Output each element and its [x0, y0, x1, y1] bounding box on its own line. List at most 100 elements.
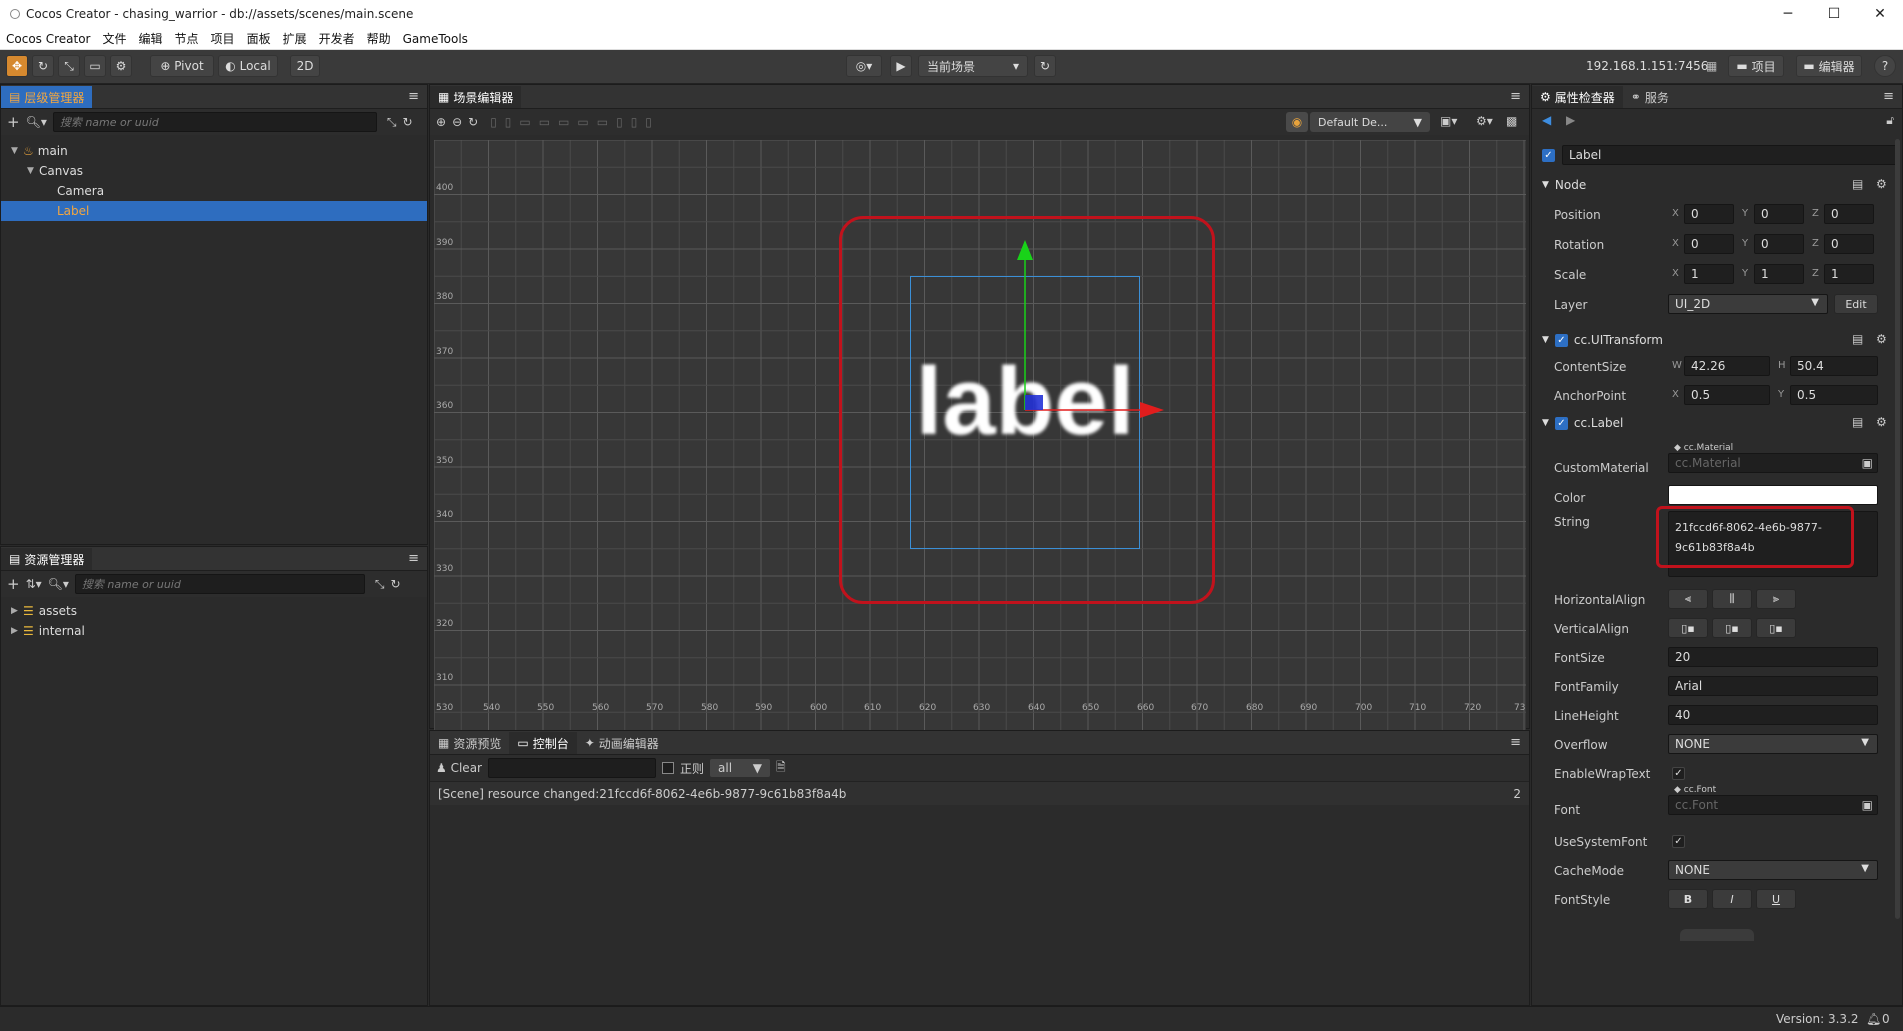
enable-wrap-text-checkbox[interactable]: ✓ [1672, 767, 1685, 780]
zoom-in-icon[interactable]: ⊕ [436, 115, 446, 129]
collapse-all-icon[interactable]: ⤡ [387, 115, 397, 130]
scene-select[interactable]: 当前场景 ▾ [918, 55, 1028, 77]
custom-material-field[interactable]: cc.Material ▣ [1668, 453, 1878, 473]
qrcode-icon[interactable]: ▦ [1706, 59, 1717, 73]
menu-node[interactable]: 节点 [169, 30, 205, 47]
overflow-select[interactable]: NONE ▼ [1668, 734, 1878, 754]
tab-assets[interactable]: ▤ 资源管理器 [1, 548, 93, 570]
open-editor-button[interactable]: ▬ 编辑器 [1796, 55, 1862, 77]
search-icon[interactable]: 🔍︎▾ [26, 115, 47, 129]
use-system-font-checkbox[interactable]: ✓ [1672, 835, 1685, 848]
copy-log-icon[interactable]: 🗎 [776, 758, 786, 779]
position-z-input[interactable]: 0 [1824, 204, 1874, 224]
underline-toggle[interactable]: U [1756, 889, 1796, 909]
notification-bell-icon[interactable]: 🔔︎ [1866, 1012, 1881, 1026]
sort-icon[interactable]: ⇅▾ [26, 577, 42, 591]
component-enabled-checkbox[interactable]: ✓ [1554, 333, 1568, 347]
menu-help[interactable]: 帮助 [361, 30, 397, 47]
font-asset-field[interactable]: cc.Font ▣ [1668, 795, 1878, 815]
tab-asset-preview[interactable]: ▦ 资源预览 [430, 732, 510, 754]
platform-globe-icon[interactable]: ◎▾ [846, 55, 882, 77]
cache-mode-select[interactable]: NONE ▼ [1668, 860, 1878, 880]
color-swatch[interactable] [1668, 485, 1878, 505]
log-level-select[interactable]: all ▼ [710, 759, 770, 777]
component-enabled-checkbox[interactable]: ✓ [1554, 416, 1568, 430]
copy-icon[interactable]: ▤ [1852, 177, 1863, 191]
local-button[interactable]: ◐ Local [218, 55, 278, 77]
panel-menu-icon[interactable]: ≡ [408, 551, 419, 566]
regex-checkbox[interactable] [661, 762, 674, 774]
asset-folder-internal[interactable]: ▶ ☰ internal [1, 621, 427, 641]
scale-x-input[interactable]: 1 [1684, 264, 1734, 284]
menu-panel[interactable]: 面板 [241, 30, 277, 47]
panel-menu-icon[interactable]: ≡ [408, 89, 419, 104]
scale-tool-icon[interactable]: ⤡ [58, 55, 80, 77]
open-project-button[interactable]: ▬ 项目 [1728, 55, 1784, 77]
line-height-input[interactable]: 40 [1668, 705, 1878, 725]
menu-project[interactable]: 项目 [205, 30, 241, 47]
align-tools-icons[interactable]: ▯▯▭▭▭▭▭▯▯▯ [490, 115, 660, 129]
align-right-icon[interactable]: ⫸ [1756, 589, 1796, 609]
expand-arrow-icon[interactable]: ▶ [11, 606, 23, 616]
screenshot-icon[interactable]: ▣▾ [1440, 114, 1457, 128]
menu-file[interactable]: 文件 [97, 30, 133, 47]
add-asset-icon[interactable]: + [7, 575, 20, 593]
panel-menu-icon[interactable]: ≡ [1510, 735, 1521, 750]
menu-cocos-creator[interactable]: Cocos Creator [0, 32, 97, 46]
node-name-input[interactable]: Label [1562, 145, 1898, 165]
copy-icon[interactable]: ▤ [1852, 332, 1863, 346]
align-bottom-icon[interactable]: ▯▪ [1756, 618, 1796, 638]
lock-icon[interactable]: 🔓︎ [1886, 113, 1894, 128]
zoom-out-icon[interactable]: ⊖ [452, 115, 462, 129]
panel-menu-icon[interactable]: ≡ [1510, 89, 1521, 104]
scale-y-input[interactable]: 1 [1754, 264, 1804, 284]
inspector-scrollbar[interactable] [1895, 139, 1900, 919]
tab-console[interactable]: ▭ 控制台 [509, 732, 577, 754]
layout-icon[interactable]: ▩ [1506, 114, 1517, 128]
camera-select[interactable]: Default De... ▼ [1310, 112, 1430, 132]
settings-icon[interactable]: ⚙▾ [1476, 114, 1493, 128]
refresh-icon[interactable]: ↻ [402, 115, 412, 129]
hierarchy-search-input[interactable]: 搜索 name or uuid [52, 112, 377, 132]
gear-icon[interactable]: ⚙ [1876, 332, 1887, 346]
collapse-all-icon[interactable]: ⤡ [375, 577, 385, 592]
help-icon[interactable]: ? [1874, 55, 1896, 77]
content-size-h-input[interactable]: 50.4 [1790, 356, 1878, 376]
align-center-icon[interactable]: ⫼ [1712, 589, 1752, 609]
forward-arrow-icon[interactable]: ▶ [1566, 113, 1575, 127]
clear-button[interactable]: ♟ Clear [436, 761, 482, 775]
align-left-icon[interactable]: ⫷ [1668, 589, 1708, 609]
asset-folder-assets[interactable]: ▶ ☰ assets [1, 601, 427, 621]
align-top-icon[interactable]: ▯▪ [1668, 618, 1708, 638]
rotate-tool-icon[interactable]: ↻ [32, 55, 54, 77]
pivot-button[interactable]: ⊕ Pivot [150, 55, 214, 77]
menu-gametools[interactable]: GameTools [397, 32, 474, 46]
collapse-arrow-icon[interactable]: ▼ [1542, 180, 1549, 190]
node-section-header[interactable]: ▼ Node [1532, 173, 1900, 197]
uitransform-section-header[interactable]: ▼ ✓ cc.UITransform [1532, 328, 1900, 352]
rotation-y-input[interactable]: 0 [1754, 234, 1804, 254]
tree-node-camera[interactable]: Camera [1, 181, 427, 201]
refresh-icon[interactable]: ↻ [391, 577, 401, 591]
add-component-button[interactable] [1680, 929, 1754, 941]
asset-picker-icon[interactable]: ▣ [1862, 798, 1873, 812]
rotation-z-input[interactable]: 0 [1824, 234, 1874, 254]
expand-arrow-icon[interactable]: ▶ [11, 626, 23, 636]
italic-toggle[interactable]: I [1712, 889, 1752, 909]
tab-hierarchy[interactable]: ▤ 层级管理器 [1, 86, 93, 108]
tree-node-canvas[interactable]: ▼ Canvas [1, 161, 427, 181]
align-middle-icon[interactable]: ▯▪ [1712, 618, 1752, 638]
tab-animation-editor[interactable]: ✦ 动画编辑器 [576, 732, 667, 754]
collapse-arrow-icon[interactable]: ▼ [1542, 335, 1549, 345]
asset-picker-icon[interactable]: ▣ [1862, 456, 1873, 470]
rect-tool-icon[interactable]: ▭ [84, 55, 106, 77]
anchor-x-input[interactable]: 0.5 [1684, 385, 1770, 405]
close-button[interactable]: ✕ [1857, 0, 1903, 28]
rotation-x-input[interactable]: 0 [1684, 234, 1734, 254]
reset-view-icon[interactable]: ↻ [468, 115, 478, 129]
tab-scene-editor[interactable]: ▦ 场景编辑器 [430, 86, 522, 108]
assets-search-input[interactable]: 搜索 name or uuid [74, 574, 365, 594]
panel-menu-icon[interactable]: ≡ [1883, 89, 1894, 104]
mode-2d-button[interactable]: 2D [290, 55, 320, 77]
minimize-button[interactable]: ─ [1765, 0, 1811, 28]
